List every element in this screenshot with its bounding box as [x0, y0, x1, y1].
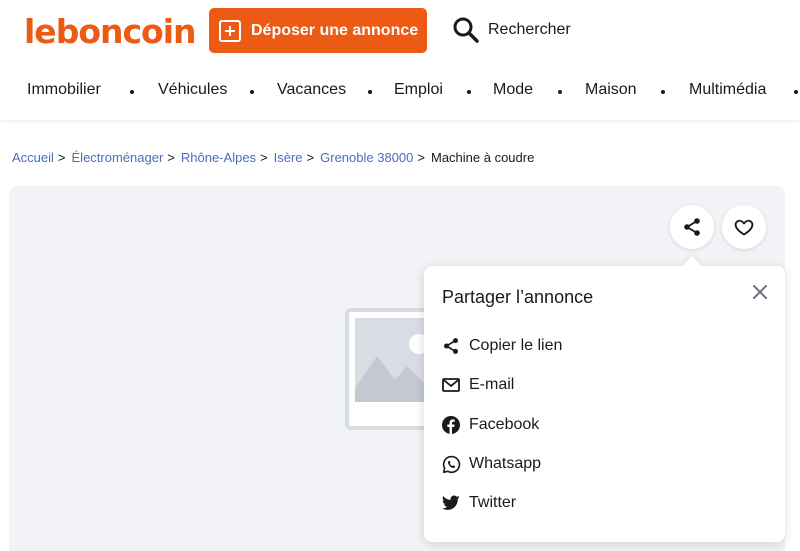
nav-item-maison[interactable]: Maison: [585, 81, 637, 99]
share-option-twitter[interactable]: Twitter: [441, 491, 516, 515]
breadcrumb-link-accueil[interactable]: Accueil: [12, 150, 54, 165]
nav-separator: [368, 90, 372, 94]
share-option-whatsapp[interactable]: Whatsapp: [441, 452, 541, 476]
leboncoin-logo[interactable]: leboncoin: [24, 12, 197, 51]
nav-separator: [558, 90, 562, 94]
favorite-button[interactable]: [722, 205, 766, 249]
nav-separator: [250, 90, 254, 94]
breadcrumb-link-rhone-alpes[interactable]: Rhône-Alpes: [181, 150, 256, 165]
nav-item-vehicules[interactable]: Véhicules: [158, 81, 227, 99]
heart-icon: [734, 219, 754, 236]
share-option-label: Whatsapp: [469, 455, 542, 472]
facebook-icon: [441, 415, 461, 435]
share-icon: [684, 218, 700, 236]
post-ad-label: Déposer une annonce: [251, 21, 419, 39]
image-placeholder-icon: [345, 308, 435, 430]
search-label: Rechercher: [488, 21, 571, 38]
share-option-label: E-mail: [469, 376, 515, 393]
category-nav: Immobilier Véhicules Vacances Emploi Mod…: [0, 78, 800, 106]
share-option-label: Copier le lien: [469, 337, 563, 354]
breadcrumb-separator: >: [57, 150, 66, 165]
share-option-email[interactable]: E-mail: [441, 373, 514, 397]
breadcrumb-link-grenoble[interactable]: Grenoble 38000: [320, 150, 413, 165]
share-option-label: Twitter: [469, 494, 517, 511]
share-icon: [441, 336, 461, 356]
mail-icon: [441, 375, 461, 395]
share-option-copy-link[interactable]: Copier le lien: [441, 334, 562, 358]
twitter-icon: [441, 493, 461, 513]
share-option-facebook[interactable]: Facebook: [441, 413, 539, 437]
whatsapp-icon: [441, 454, 461, 474]
close-button[interactable]: [750, 282, 770, 302]
site-header: leboncoin Déposer une annonce Rechercher…: [0, 0, 800, 120]
breadcrumb-separator: >: [417, 150, 425, 165]
close-icon: [753, 285, 767, 299]
breadcrumb: Accueil > Électroménager > Rhône-Alpes > Isère…: [12, 150, 534, 165]
search-icon: [453, 17, 479, 43]
nav-item-multimedia[interactable]: Multimédia: [689, 81, 766, 99]
nav-item-mode[interactable]: Mode: [493, 81, 533, 99]
breadcrumb-separator: >: [167, 150, 175, 165]
nav-separator: [794, 90, 798, 94]
breadcrumb-link-isere[interactable]: Isère: [274, 150, 303, 165]
breadcrumb-separator: >: [306, 150, 315, 165]
nav-item-emploi[interactable]: Emploi: [394, 81, 443, 99]
share-button[interactable]: [670, 205, 714, 249]
share-option-label: Facebook: [469, 416, 540, 433]
nav-item-immobilier[interactable]: Immobilier: [27, 81, 101, 99]
post-ad-button[interactable]: Déposer une annonce: [209, 8, 427, 53]
plus-icon: [219, 19, 241, 42]
share-popover: Partager l’annonce Copier le lien E-mail: [424, 256, 785, 542]
nav-separator: [130, 90, 134, 94]
share-popover-title: Partager l’annonce: [442, 287, 594, 307]
search-button[interactable]: Rechercher: [452, 16, 571, 44]
nav-separator: [467, 90, 471, 94]
breadcrumb-current: Machine à coudre: [430, 150, 535, 165]
nav-item-vacances[interactable]: Vacances: [277, 81, 346, 99]
breadcrumb-separator: >: [260, 150, 268, 165]
nav-separator: [661, 90, 665, 94]
breadcrumb-link-electromenager[interactable]: Électroménager: [72, 150, 164, 165]
